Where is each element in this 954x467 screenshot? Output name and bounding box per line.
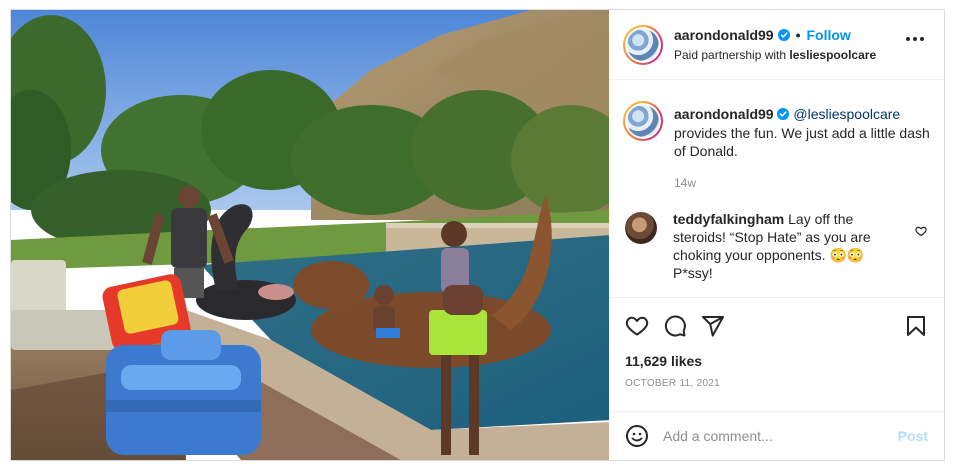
caption-timestamp[interactable]: 14w — [674, 174, 933, 192]
post-photo[interactable] — [11, 10, 609, 460]
post-date[interactable]: OCTOBER 11, 2021 — [625, 378, 720, 389]
caption-text: provides the fun. We just add a little d… — [674, 125, 930, 159]
verified-badge-icon — [777, 106, 790, 124]
verified-badge-icon — [777, 29, 790, 41]
post-comment-button[interactable]: Post — [898, 428, 928, 444]
share-icon[interactable] — [701, 314, 725, 338]
more-options-icon[interactable] — [906, 37, 924, 41]
comment-input[interactable] — [663, 428, 898, 444]
instagram-post: aarondonald99 • Follow Paid partnership … — [10, 9, 945, 461]
post-side-panel: aarondonald99 • Follow Paid partnership … — [609, 10, 944, 460]
heart-icon[interactable] — [625, 314, 649, 338]
post-actions-section: 11,629 likes OCTOBER 11, 2021 — [609, 297, 944, 411]
likes-count[interactable]: 11,629 likes — [625, 353, 702, 369]
caption-username[interactable]: aarondonald99 — [674, 106, 774, 122]
partner-username[interactable]: lesliespoolcare — [789, 48, 876, 62]
emoji-icon[interactable] — [625, 424, 649, 448]
comment-like-heart-icon[interactable] — [915, 224, 927, 242]
author-avatar[interactable] — [623, 24, 663, 65]
comment-icon[interactable] — [663, 314, 687, 338]
bookmark-icon[interactable] — [904, 314, 928, 338]
author-username[interactable]: aarondonald99 — [674, 27, 774, 43]
post-header: aarondonald99 • Follow Paid partnership … — [609, 10, 944, 80]
separator-dot: • — [795, 27, 801, 43]
comment-item: teddyfalkingham Lay off the steroids! “S… — [623, 210, 935, 282]
caption-avatar[interactable] — [623, 101, 663, 141]
commenter-username[interactable]: teddyfalkingham — [673, 211, 784, 227]
partnership-prefix: Paid partnership with — [674, 48, 790, 62]
pool-scene-image — [11, 10, 609, 460]
add-comment-form: Post — [609, 411, 944, 460]
post-caption: aarondonald99 @lesliespoolcare provides … — [623, 101, 933, 192]
commenter-avatar[interactable] — [625, 212, 657, 244]
follow-button[interactable]: Follow — [807, 27, 851, 43]
caption-mention[interactable]: @lesliespoolcare — [793, 106, 900, 122]
paid-partnership-label[interactable]: Paid partnership with lesliespoolcare — [674, 48, 876, 62]
